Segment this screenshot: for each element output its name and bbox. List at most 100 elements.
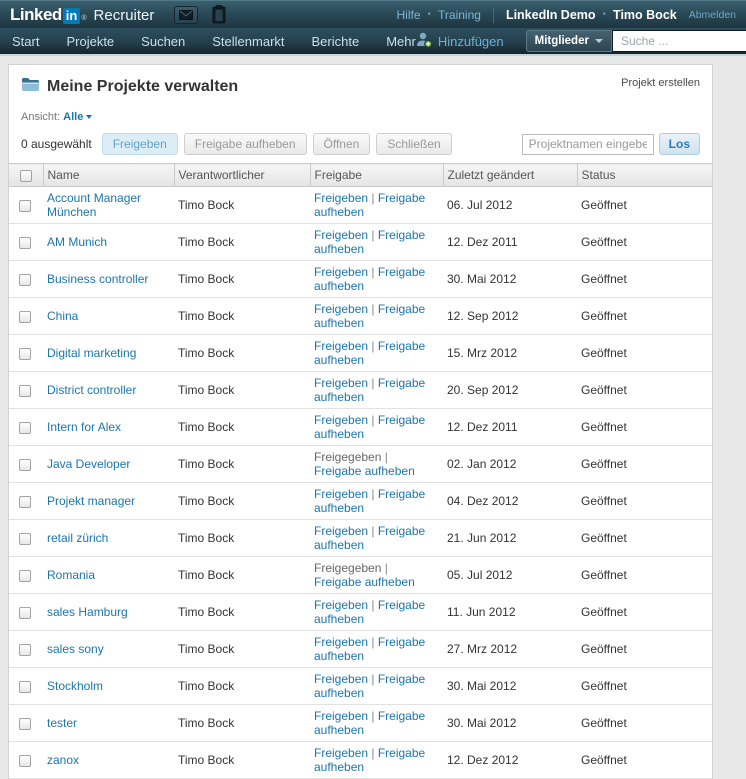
project-name-link[interactable]: tester <box>47 716 77 730</box>
select-all-checkbox[interactable] <box>19 169 32 182</box>
project-name-link[interactable]: Business controller <box>47 272 148 286</box>
nav-item-suchen[interactable]: Suchen <box>141 34 185 49</box>
nav-item-start[interactable]: Start <box>12 34 39 49</box>
last-modified-date: 06. Jul 2012 <box>447 198 513 212</box>
create-project-link[interactable]: Projekt erstellen <box>621 77 700 89</box>
account-menu[interactable]: LinkedIn Demo <box>506 8 596 22</box>
column-header-modified: Zuletzt geändert <box>442 163 577 187</box>
projects-table-body: Account Manager München Timo Bock Freige… <box>9 186 712 779</box>
share-link[interactable]: Freigeben <box>314 376 368 390</box>
user-menu[interactable]: Timo Bock <box>613 8 677 22</box>
chevron-down-icon[interactable] <box>86 115 93 120</box>
row-checkbox[interactable] <box>19 347 31 360</box>
pipe-separator: | <box>381 450 388 464</box>
share-link[interactable]: Freigeben <box>314 746 368 760</box>
top-icons <box>174 5 226 24</box>
status-text: Geöffnet <box>581 642 627 656</box>
row-checkbox[interactable] <box>19 606 31 619</box>
project-name-link[interactable]: Stockholm <box>47 679 103 693</box>
pipe-separator: | <box>381 561 388 575</box>
share-link[interactable]: Freigeben <box>314 228 368 242</box>
pipe-separator: | <box>368 191 378 205</box>
help-link[interactable]: Hilfe <box>396 8 420 22</box>
search-input[interactable] <box>611 30 746 52</box>
table-row: District controller Timo Bock Freigeben … <box>9 371 712 409</box>
go-button[interactable]: Los <box>658 133 700 155</box>
row-checkbox[interactable] <box>19 273 31 286</box>
project-name-link[interactable]: Romania <box>47 568 95 582</box>
owner-name: Timo Bock <box>178 568 235 582</box>
pipe-separator: | <box>368 598 378 612</box>
last-modified-date: 04. Dez 2012 <box>447 494 519 508</box>
project-name-filter-input[interactable] <box>521 133 654 155</box>
column-header-name: Name <box>42 163 174 187</box>
inbox-mail-icon[interactable] <box>174 5 199 24</box>
row-checkbox[interactable] <box>19 421 31 434</box>
owner-name: Timo Bock <box>178 531 235 545</box>
owner-name: Timo Bock <box>178 716 235 730</box>
share-button[interactable]: Freigeben <box>101 133 178 155</box>
row-checkbox[interactable] <box>19 199 31 212</box>
share-link[interactable]: Freigeben <box>314 265 368 279</box>
nav-item-stellenmarkt[interactable]: Stellenmarkt <box>212 34 284 49</box>
project-name-link[interactable]: District controller <box>47 383 136 397</box>
project-name-link[interactable]: retail zürich <box>47 531 108 545</box>
close-button[interactable]: Schließen <box>376 133 452 155</box>
nav-item-berichte[interactable]: Berichte <box>312 34 360 49</box>
project-name-link[interactable]: Account Manager München <box>47 191 141 219</box>
dot-separator: • <box>427 9 432 20</box>
project-name-link[interactable]: zanox <box>47 753 79 767</box>
share-link[interactable]: Freigeben <box>314 191 368 205</box>
clipboard-icon[interactable] <box>212 5 226 24</box>
owner-name: Timo Bock <box>178 457 235 471</box>
project-name-link[interactable]: AM Munich <box>47 235 107 249</box>
project-name-link[interactable]: Intern for Alex <box>47 420 121 434</box>
unshare-button[interactable]: Freigabe aufheben <box>183 133 307 155</box>
row-checkbox[interactable] <box>19 643 31 656</box>
nav-item-projekte[interactable]: Projekte <box>66 34 114 49</box>
unshare-link[interactable]: Freigabe aufheben <box>314 464 415 478</box>
row-checkbox[interactable] <box>19 717 31 730</box>
unshare-link[interactable]: Freigabe aufheben <box>314 575 415 589</box>
row-checkbox[interactable] <box>19 532 31 545</box>
owner-name: Timo Bock <box>178 642 235 656</box>
row-checkbox[interactable] <box>19 310 31 323</box>
table-row: sales Hamburg Timo Bock Freigeben | Frei… <box>9 593 712 631</box>
share-link[interactable]: Freigeben <box>314 339 368 353</box>
project-name-link[interactable]: sales Hamburg <box>47 605 128 619</box>
add-member-button[interactable]: Hinzufügen <box>416 32 504 51</box>
last-modified-date: 30. Mai 2012 <box>447 716 517 730</box>
status-text: Geöffnet <box>581 753 627 767</box>
share-link[interactable]: Freigeben <box>314 598 368 612</box>
row-checkbox[interactable] <box>19 384 31 397</box>
view-dropdown[interactable]: Alle <box>63 111 83 123</box>
owner-name: Timo Bock <box>178 235 235 249</box>
project-name-link[interactable]: Java Developer <box>47 457 130 471</box>
share-link[interactable]: Freigeben <box>314 487 368 501</box>
linkedin-recruiter-logo[interactable]: Linked in ® Recruiter <box>10 5 154 25</box>
share-link[interactable]: Freigeben <box>314 635 368 649</box>
search-scope-dropdown[interactable]: Mitglieder <box>525 30 612 52</box>
share-link[interactable]: Freigeben <box>314 413 368 427</box>
row-checkbox[interactable] <box>19 495 31 508</box>
nav-item-mehr[interactable]: Mehr <box>386 34 416 49</box>
row-checkbox[interactable] <box>19 680 31 693</box>
open-button[interactable]: Öffnen <box>312 133 371 155</box>
project-name-link[interactable]: Projekt manager <box>47 494 135 508</box>
share-link[interactable]: Freigeben <box>314 709 368 723</box>
row-checkbox[interactable] <box>19 569 31 582</box>
project-name-link[interactable]: sales sony <box>47 642 104 656</box>
project-name-link[interactable]: Digital marketing <box>47 346 136 360</box>
project-name-link[interactable]: China <box>47 309 78 323</box>
share-link[interactable]: Freigeben <box>314 524 368 538</box>
training-link[interactable]: Training <box>438 8 481 22</box>
share-link[interactable]: Freigeben <box>314 302 368 316</box>
table-row: Romania Timo Bock Freigegeben | Freigabe… <box>9 556 712 594</box>
logout-link[interactable]: Abmelden <box>689 9 736 21</box>
row-checkbox[interactable] <box>19 236 31 249</box>
row-checkbox[interactable] <box>19 458 31 471</box>
row-checkbox[interactable] <box>19 754 31 767</box>
share-link[interactable]: Freigeben <box>314 672 368 686</box>
pipe-separator: | <box>368 635 378 649</box>
pipe-separator: | <box>368 524 378 538</box>
